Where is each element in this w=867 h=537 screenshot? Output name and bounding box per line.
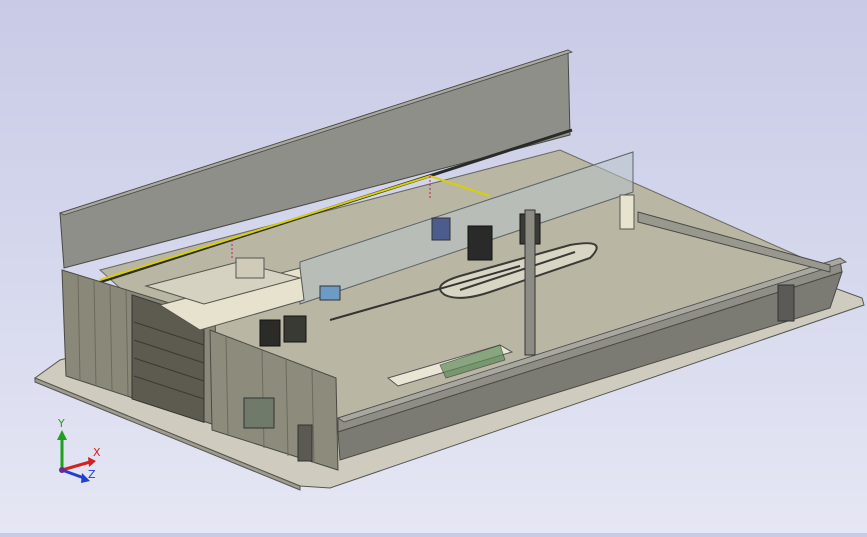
coordinate-triad[interactable]: Y X Z xyxy=(57,417,101,483)
back-door xyxy=(619,194,635,230)
front-window xyxy=(243,397,275,429)
z-axis-arrow xyxy=(61,468,85,480)
support-column xyxy=(524,209,536,356)
z-axis-label: Z xyxy=(88,468,96,481)
office-upper xyxy=(235,257,265,279)
y-axis-head xyxy=(57,430,67,440)
x-axis-label: X xyxy=(93,446,101,459)
cad-model-viewport[interactable]: Y X Z xyxy=(0,0,867,533)
x-axis-arrow xyxy=(61,460,91,472)
factory-layout-model[interactable]: Y X Z xyxy=(0,0,867,533)
triad-origin xyxy=(59,467,65,473)
y-axis-label: Y xyxy=(57,417,65,430)
front-door xyxy=(297,424,313,462)
right-wall-door xyxy=(777,284,795,322)
